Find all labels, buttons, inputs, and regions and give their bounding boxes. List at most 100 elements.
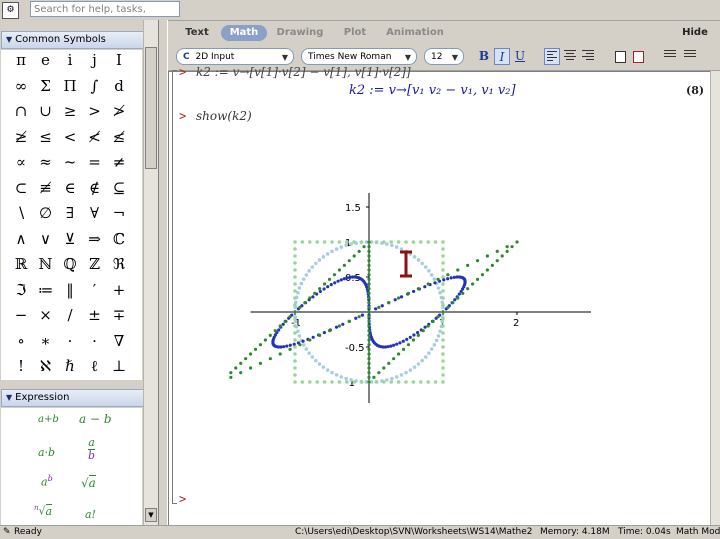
- symbol-button[interactable]: ≈: [34, 150, 58, 174]
- symbol-button[interactable]: ·: [58, 329, 82, 353]
- symbol-button[interactable]: ℕ: [34, 252, 58, 276]
- document-scrollbar[interactable]: [710, 71, 720, 525]
- hide-button[interactable]: Hide: [680, 25, 710, 41]
- symbol-button[interactable]: =: [83, 150, 107, 174]
- expr-difference[interactable]: a − b: [79, 412, 112, 426]
- symbol-button[interactable]: ≔: [34, 278, 58, 302]
- scroll-down-arrow-icon[interactable]: ▼: [145, 508, 157, 522]
- symbol-button[interactable]: π: [9, 48, 33, 72]
- command-input[interactable]: show(k2): [196, 109, 252, 123]
- expr-sqrt[interactable]: √a: [81, 475, 96, 490]
- worksheet-document[interactable]: > k2 := v→[v[1]·v[2] − v[1], v[1]·v[2]] …: [168, 65, 711, 526]
- symbol-button[interactable]: ∇: [107, 329, 131, 353]
- expr-fraction[interactable]: a b: [88, 437, 96, 462]
- expr-nth-root[interactable]: n√a: [34, 503, 53, 518]
- symbol-button[interactable]: ¬: [107, 201, 131, 225]
- symbol-button[interactable]: ∞: [9, 74, 33, 98]
- search-input[interactable]: Search for help, tasks, apps...: [30, 1, 180, 31]
- symbol-button[interactable]: ≠: [107, 150, 131, 174]
- italic-button[interactable]: I: [494, 48, 510, 65]
- app-icon[interactable]: ⚙: [2, 2, 19, 19]
- symbol-button[interactable]: ∘: [9, 329, 33, 353]
- symbol-button[interactable]: ℤ: [83, 252, 107, 276]
- symbol-button[interactable]: ≯: [107, 99, 131, 123]
- align-right-icon[interactable]: [580, 48, 596, 65]
- symbol-button[interactable]: d: [107, 74, 131, 98]
- tab-drawing[interactable]: Drawing: [276, 25, 324, 41]
- symbol-button[interactable]: −: [9, 303, 33, 327]
- input-mode-select[interactable]: C 2D Input ▼: [176, 48, 294, 65]
- palette-header-expression[interactable]: ▼ Expression: [1, 389, 144, 407]
- expr-factorial[interactable]: a!: [85, 508, 96, 521]
- symbol-button[interactable]: ∝: [9, 150, 33, 174]
- symbol-button[interactable]: ≢: [34, 176, 58, 200]
- symbol-button[interactable]: ∧: [9, 227, 33, 251]
- symbol-button[interactable]: ∗: [34, 329, 58, 353]
- symbol-button[interactable]: ≮: [83, 125, 107, 149]
- symbol-button[interactable]: <: [58, 125, 82, 149]
- font-select[interactable]: Times New Roman ▼: [301, 48, 417, 65]
- bold-button[interactable]: B: [476, 48, 492, 65]
- symbol-button[interactable]: ≥: [58, 99, 82, 123]
- symbol-button[interactable]: ∓: [107, 303, 131, 327]
- symbol-button[interactable]: ⊆: [107, 176, 131, 200]
- symbol-button[interactable]: ℚ: [58, 252, 82, 276]
- symbol-button[interactable]: ′: [83, 278, 107, 302]
- symbol-button[interactable]: ‖: [58, 278, 82, 302]
- symbol-button[interactable]: ∃: [58, 201, 82, 225]
- plot-area[interactable]: -1121.510.5-0.5-1: [229, 182, 609, 422]
- symbol-button[interactable]: +: [107, 278, 131, 302]
- tab-plot[interactable]: Plot: [340, 25, 370, 41]
- expr-product[interactable]: a·b: [38, 446, 55, 459]
- symbol-button[interactable]: e: [34, 48, 58, 72]
- tab-text[interactable]: Text: [182, 25, 212, 41]
- panel-splitter[interactable]: [158, 20, 168, 525]
- symbol-button[interactable]: ∉: [83, 176, 107, 200]
- numbered-list-icon[interactable]: [682, 48, 698, 65]
- palette-scrollbar-thumb[interactable]: [145, 47, 157, 169]
- symbol-button[interactable]: ⊥: [107, 354, 131, 378]
- symbol-button[interactable]: ~: [58, 150, 82, 174]
- symbol-button[interactable]: i: [58, 48, 82, 72]
- underline-button[interactable]: U: [512, 48, 528, 65]
- symbol-button[interactable]: ·: [83, 329, 107, 353]
- symbol-button[interactable]: ℝ: [9, 252, 33, 276]
- symbol-button[interactable]: ℑ: [9, 278, 33, 302]
- font-size-select[interactable]: 12 ▼: [424, 48, 464, 65]
- align-center-icon[interactable]: [562, 48, 578, 65]
- symbol-button[interactable]: ℏ: [58, 354, 82, 378]
- symbol-button[interactable]: ≤: [34, 125, 58, 149]
- symbol-button[interactable]: ±: [83, 303, 107, 327]
- symbol-button[interactable]: I: [107, 48, 131, 72]
- symbol-button[interactable]: >: [83, 99, 107, 123]
- symbol-button[interactable]: ⇒: [83, 227, 107, 251]
- symbol-button[interactable]: ℂ: [107, 227, 131, 251]
- tab-animation[interactable]: Animation: [386, 25, 444, 41]
- tab-math[interactable]: Math: [221, 25, 267, 41]
- style-format-icon[interactable]: [630, 48, 646, 65]
- symbol-button[interactable]: ∖: [9, 201, 33, 225]
- input-line-partial[interactable]: k2 := v→[v[1]·v[2] − v[1], v[1]·v[2]]: [196, 65, 411, 79]
- symbol-button[interactable]: j: [83, 48, 107, 72]
- symbol-button[interactable]: ∈: [58, 176, 82, 200]
- symbol-button[interactable]: !: [9, 354, 33, 378]
- symbol-button[interactable]: ∩: [9, 99, 33, 123]
- symbol-button[interactable]: ∪: [34, 99, 58, 123]
- symbol-button[interactable]: ∀: [83, 201, 107, 225]
- symbol-button[interactable]: ≱: [9, 125, 33, 149]
- symbol-button[interactable]: ⊻: [58, 227, 82, 251]
- expr-power[interactable]: ab: [41, 474, 53, 489]
- symbol-button[interactable]: Π: [58, 74, 82, 98]
- symbol-button[interactable]: /: [58, 303, 82, 327]
- symbol-button[interactable]: ℓ: [83, 354, 107, 378]
- symbol-button[interactable]: ≰: [107, 125, 131, 149]
- expr-sum[interactable]: a+b: [38, 414, 59, 425]
- symbol-button[interactable]: Σ: [34, 74, 58, 98]
- symbol-button[interactable]: ×: [34, 303, 58, 327]
- bullet-list-icon[interactable]: [662, 48, 678, 65]
- symbol-button[interactable]: ∅: [34, 201, 58, 225]
- symbol-button[interactable]: ℵ: [34, 354, 58, 378]
- symbol-button[interactable]: ⊂: [9, 176, 33, 200]
- symbol-button[interactable]: ∫: [83, 74, 107, 98]
- symbol-button[interactable]: ∨: [34, 227, 58, 251]
